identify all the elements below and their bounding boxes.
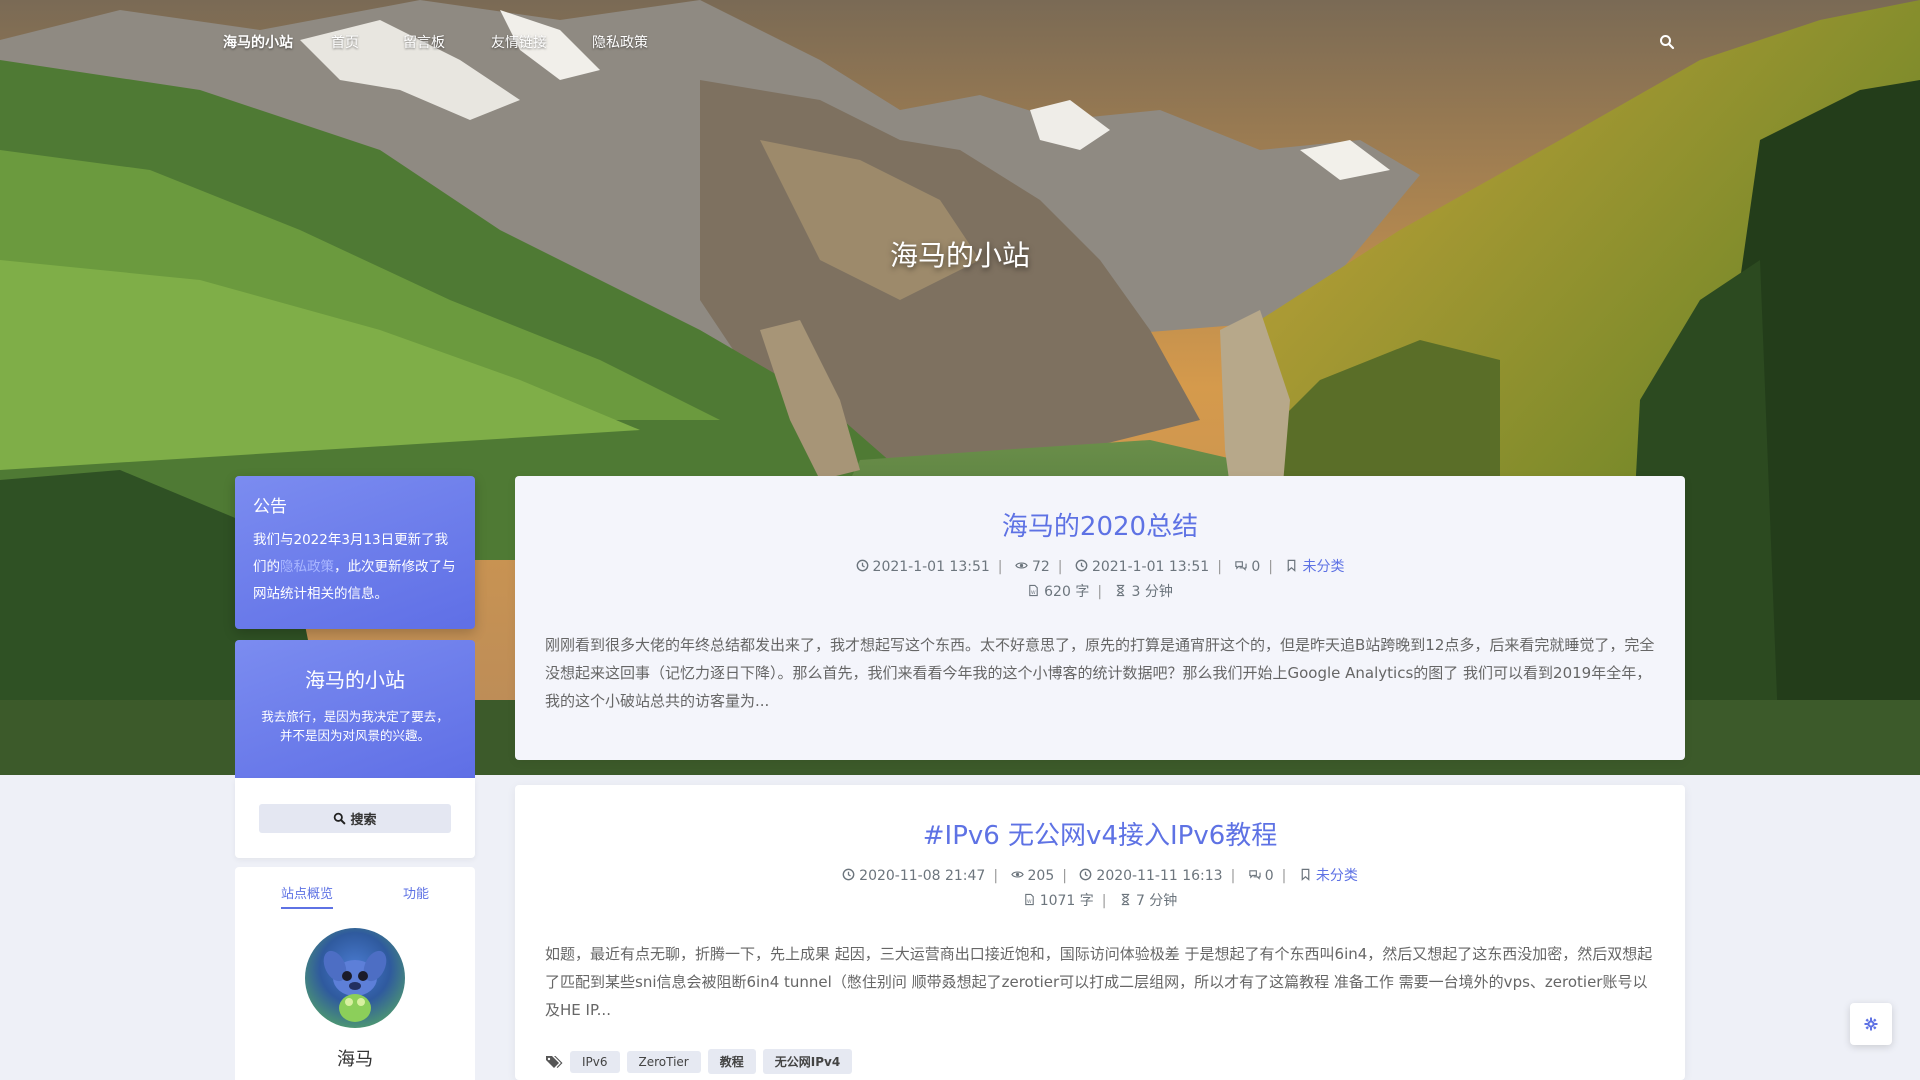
tag-ipv6[interactable]: IPv6 — [570, 1050, 620, 1073]
site-title: 海马的小站 — [889, 239, 1030, 272]
hourglass-icon — [1121, 893, 1130, 906]
comments-icon — [1249, 870, 1261, 880]
post-category-link[interactable]: 未分类 — [1302, 559, 1344, 575]
post-word-count: 1071 字 — [1039, 893, 1094, 909]
eye-icon — [1015, 562, 1028, 569]
post-word-count: 620 字 — [1044, 584, 1090, 600]
nav-brand-link[interactable]: 海马的小站 — [223, 32, 293, 52]
svg-text:W: W — [1027, 899, 1032, 905]
tab-site-overview[interactable]: 站点概览 — [281, 883, 334, 909]
site-info-card: 海马的小站 我去旅行，是因为我决定了要去，并不是因为对风景的兴趣。 — [235, 640, 475, 778]
top-nav: 海马的小站 首页 留言板 友情链接 隐私政策 — [0, 0, 1920, 84]
clock-icon — [856, 559, 868, 572]
bookmark-icon — [1301, 868, 1310, 881]
post-read-time: 7 分钟 — [1135, 893, 1178, 909]
clock-icon — [1075, 559, 1088, 572]
tag-zerotier[interactable]: ZeroTier — [626, 1050, 701, 1073]
avatar — [305, 928, 405, 1028]
svg-text:W: W — [1031, 590, 1036, 596]
gear-icon — [1864, 1017, 1878, 1031]
post-excerpt: 如题，最近有点无聊，折腾一下，先上成果 起因，三大运营商出口接近饱和，国际访问体… — [545, 945, 1653, 1019]
post-excerpt: 刚刚看到很多大佬的年终总结都发出来了，我才想起写这个东西。太不好意思了，原先的打… — [545, 636, 1655, 710]
sidebar-search-label: 搜索 — [350, 813, 377, 828]
post-views: 72 — [1031, 559, 1050, 575]
bookmark-icon — [1288, 559, 1296, 572]
post-meta: 2021-1-01 13:51 | 72 | 2021-1-01 13:51 | 0 |… — [515, 555, 1685, 605]
tags-icon — [546, 1055, 563, 1068]
post-views: 205 — [1027, 868, 1055, 884]
site-card-name: 海马的小站 — [305, 668, 405, 692]
file-word-icon: W — [1024, 893, 1034, 906]
post-comments-count: 0 — [1264, 868, 1274, 884]
tab-features[interactable]: 功能 — [403, 883, 429, 907]
search-icon — [334, 812, 346, 825]
post-card: #IPv6 无公网v4接入IPv6教程 2020-11-08 21:47 | 20… — [515, 785, 1685, 1080]
stitch-avatar-image — [323, 950, 387, 1022]
post-title[interactable]: #IPv6 无公网v4接入IPv6教程 — [515, 815, 1685, 852]
post-modified-date: 2020-11-11 16:13 — [1096, 868, 1223, 884]
post-tags: IPv6 ZeroTier 教程 无公网IPv4 — [545, 1049, 853, 1074]
post-published-date: 2020-11-08 21:47 — [859, 868, 986, 884]
clock-icon — [1080, 868, 1092, 881]
post-modified-date: 2021-1-01 13:51 — [1091, 559, 1210, 575]
nav-item-home[interactable]: 首页 — [331, 32, 359, 52]
tag-tutorial[interactable]: 教程 — [707, 1049, 756, 1074]
search-card: 搜索 — [235, 778, 475, 858]
post-meta: 2020-11-08 21:47 | 205 | 2020-11-11 16:13 |… — [515, 864, 1685, 914]
clock-icon — [842, 868, 855, 881]
nav-item-guestbook[interactable]: 留言板 — [403, 32, 445, 52]
tag-no-public-ipv4[interactable]: 无公网IPv4 — [762, 1049, 853, 1074]
privacy-policy-link[interactable]: 隐私政策 — [280, 559, 334, 575]
announcement-title: 公告 — [253, 497, 287, 517]
post-category-link[interactable]: 未分类 — [1316, 868, 1358, 884]
post-published-date: 2021-1-01 13:51 — [872, 559, 990, 575]
hourglass-icon — [1117, 584, 1125, 597]
eye-icon — [1010, 871, 1024, 878]
nav-item-friend-links[interactable]: 友情链接 — [491, 32, 547, 52]
post-card: 海马的2020总结 2021-1-01 13:51 | 72 | 2021-1-01… — [515, 476, 1685, 760]
search-icon[interactable] — [1659, 34, 1675, 50]
announcement-text: 我们与2022年3月13日更新了我们的隐私政策，此次更新修改了与网站统计相关的信… — [253, 527, 457, 608]
nav-item-privacy-policy[interactable]: 隐私政策 — [592, 32, 648, 52]
post-read-time: 3 分钟 — [1131, 584, 1173, 600]
site-card-description: 我去旅行，是因为我决定了要去，并不是因为对风景的兴趣。 — [261, 709, 449, 743]
sidebar-search-button[interactable]: 搜索 — [259, 804, 451, 833]
file-word-icon: W — [1029, 584, 1038, 597]
profile-name: 海马 — [337, 1049, 373, 1070]
announcement-card: 公告 我们与2022年3月13日更新了我们的隐私政策，此次更新修改了与网站统计相… — [235, 476, 475, 629]
profile-card: 站点概览 功能 海马 — [235, 867, 475, 1080]
post-comments-count: 0 — [1251, 559, 1261, 575]
post-title[interactable]: 海马的2020总结 — [515, 506, 1685, 543]
comments-icon — [1235, 561, 1248, 571]
settings-float-button[interactable] — [1850, 1003, 1892, 1045]
